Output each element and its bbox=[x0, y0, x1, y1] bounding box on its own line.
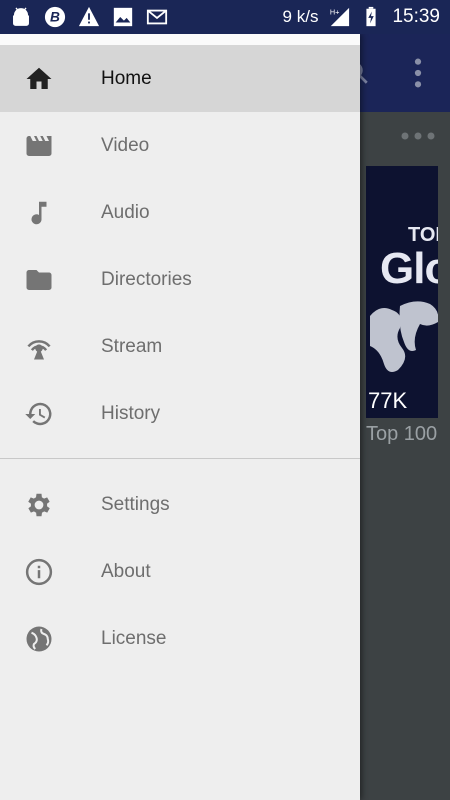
drawer-header bbox=[0, 34, 360, 45]
status-bar: B 9 k/s H+ 15:39 bbox=[0, 0, 450, 34]
navigation-drawer: Home Video Audio Directories Stream Hist… bbox=[0, 34, 360, 800]
drawer-item-stream[interactable]: Stream bbox=[0, 313, 360, 380]
drawer-item-label: Audio bbox=[101, 201, 150, 223]
network-speed: 9 k/s bbox=[282, 7, 319, 26]
globe-icon bbox=[26, 626, 52, 651]
drawer-item-label: Home bbox=[101, 67, 152, 89]
home-icon bbox=[26, 67, 52, 89]
drawer-item-video[interactable]: Video bbox=[0, 112, 360, 179]
drawer-item-label: History bbox=[101, 402, 161, 424]
drawer-item-label: Video bbox=[101, 134, 150, 156]
warning-icon bbox=[78, 6, 100, 27]
gear-icon bbox=[28, 493, 50, 516]
drawer-item-about[interactable]: About bbox=[0, 538, 360, 605]
drawer-item-history[interactable]: History bbox=[0, 380, 360, 447]
drawer-item-label: Stream bbox=[101, 335, 163, 357]
playlist-thumbnail[interactable]: TOP Glo 77K bbox=[366, 166, 438, 418]
drawer-item-license[interactable]: License bbox=[0, 605, 360, 672]
antenna-icon bbox=[27, 339, 51, 359]
drawer-divider bbox=[0, 458, 360, 459]
drawer-item-directories[interactable]: Directories bbox=[0, 246, 360, 313]
more-options-icon[interactable] bbox=[408, 56, 428, 90]
drawer-item-label: License bbox=[101, 627, 167, 649]
playlist-caption: Top 100 bbox=[366, 423, 438, 445]
thumbnail-main-text: Glo bbox=[380, 244, 438, 293]
folder-icon bbox=[26, 269, 52, 290]
movie-icon bbox=[26, 135, 52, 156]
drawer-item-label: Directories bbox=[101, 268, 192, 290]
clock: 15:39 bbox=[392, 6, 440, 27]
thumbnail-count: 77K bbox=[368, 388, 408, 413]
drawer-item-audio[interactable]: Audio bbox=[0, 179, 360, 246]
signal-icon: H+ bbox=[330, 7, 350, 27]
drawer-item-label: Settings bbox=[101, 493, 170, 515]
battery-charging-icon bbox=[366, 6, 377, 27]
drawer-item-home[interactable]: Home bbox=[0, 45, 360, 112]
info-icon bbox=[25, 558, 53, 585]
svg-text:B: B bbox=[50, 10, 60, 25]
svg-text:H+: H+ bbox=[330, 7, 340, 16]
drawer-item-settings[interactable]: Settings bbox=[0, 471, 360, 538]
b-app-icon: B bbox=[44, 6, 66, 28]
drawer-item-label: About bbox=[101, 560, 151, 582]
android-icon bbox=[13, 7, 29, 26]
overflow-dots-icon[interactable] bbox=[400, 130, 436, 142]
mail-icon bbox=[146, 9, 168, 25]
history-icon bbox=[25, 402, 52, 425]
music-note-icon bbox=[31, 201, 47, 224]
image-icon bbox=[113, 7, 133, 27]
